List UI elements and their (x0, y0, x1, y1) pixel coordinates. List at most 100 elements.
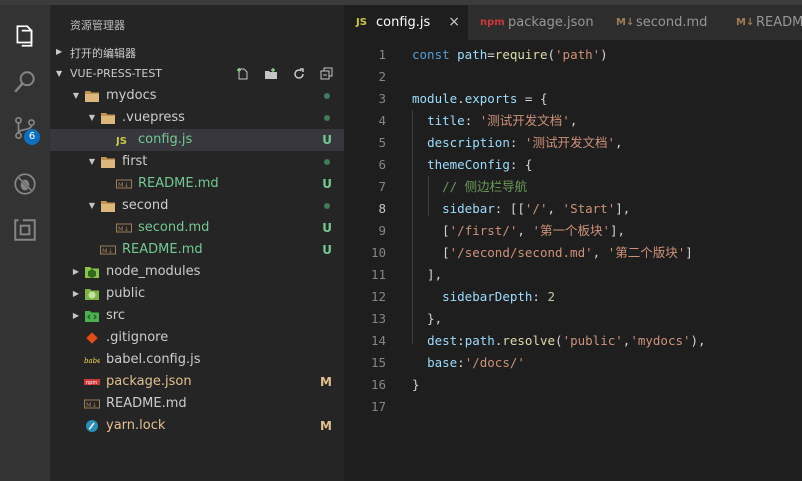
chevron-down-icon[interactable]: ▼ (86, 195, 98, 217)
line-number: 14 (370, 333, 386, 348)
git-status-badge: M (320, 419, 332, 433)
tree-item-label: README.md (138, 176, 219, 191)
markdown-file-icon: M↓ (736, 17, 755, 28)
git-status-badge: U (322, 133, 332, 147)
tree-folder-row[interactable]: ▼ .vuepress (50, 107, 344, 129)
code-line[interactable]: ], (412, 264, 442, 286)
tree-file-row[interactable]: M↓ second.md U (50, 217, 344, 239)
indent-guide (428, 176, 429, 216)
tree-folder-row[interactable]: ▼ second (50, 195, 344, 217)
tree-item-label: yarn.lock (106, 418, 166, 433)
editor-tab[interactable]: M↓ second.md (604, 5, 725, 40)
code-line[interactable]: themeConfig: { (412, 154, 532, 176)
git-status-badge: M (320, 375, 332, 389)
editor-tab[interactable]: JS config.js × (344, 5, 469, 40)
js-file-icon: JS (356, 17, 367, 28)
markdown-file-icon: M↓ (116, 177, 132, 191)
line-number: 6 (378, 157, 386, 172)
tree-folder-row[interactable]: ▶ public (50, 283, 344, 305)
tree-folder-row[interactable]: ▶ src (50, 305, 344, 327)
new-folder-icon[interactable] (262, 65, 280, 83)
open-editors-section[interactable]: ▶ 打开的编辑器 (50, 41, 344, 63)
line-number: 8 (378, 201, 386, 216)
explorer-icon[interactable] (0, 13, 50, 59)
line-number: 9 (378, 223, 386, 238)
tree-item-label: README.md (106, 396, 187, 411)
tree-item-label: second.md (138, 220, 210, 235)
git-file-icon (84, 331, 100, 345)
code-line[interactable]: sidebarDepth: 2 (412, 286, 555, 308)
editor-tabs: JS config.js × npm package.json M↓ second.md M↓… (344, 5, 802, 40)
chevron-right-icon[interactable]: ▶ (70, 261, 82, 283)
tree-file-row[interactable]: M↓ README.md (50, 393, 344, 415)
tab-label: READM (756, 15, 802, 30)
tab-label: second.md (636, 15, 708, 30)
folder-icon (100, 155, 116, 169)
code-line[interactable]: const path=require('path') (412, 44, 608, 66)
git-status-dot (324, 203, 330, 209)
chevron-right-icon[interactable]: ▶ (70, 305, 82, 327)
extensions-icon[interactable] (0, 207, 50, 253)
line-number: 12 (370, 289, 386, 304)
line-number: 3 (378, 91, 386, 106)
tree-file-row[interactable]: M↓ README.md U (50, 239, 344, 261)
code-line[interactable]: description: '测试开发文档', (412, 132, 622, 154)
editor-tab[interactable]: M↓ READM (724, 5, 802, 40)
chevron-down-icon[interactable]: ▼ (70, 85, 82, 107)
line-number: 5 (378, 135, 386, 150)
src-folder-icon (84, 309, 100, 323)
tree-item-label: README.md (122, 242, 203, 257)
babel-file-icon: babel (84, 353, 104, 367)
chevron-right-icon: ▶ (56, 47, 63, 56)
code-line[interactable]: module.exports = { (412, 88, 547, 110)
chevron-down-icon[interactable]: ▼ (86, 151, 98, 173)
tree-file-row[interactable]: M↓ README.md U (50, 173, 344, 195)
tree-folder-row[interactable]: ▶ node_modules (50, 261, 344, 283)
tree-item-label: .gitignore (106, 330, 169, 345)
tree-folder-row[interactable]: ▼ first (50, 151, 344, 173)
tree-item-label: public (106, 286, 146, 301)
js-file-icon: JS (115, 133, 132, 147)
tree-item-label: first (122, 154, 148, 169)
refresh-icon[interactable] (290, 65, 308, 83)
collapse-all-icon[interactable] (318, 65, 336, 83)
chevron-down-icon[interactable]: ▼ (86, 107, 98, 129)
tree-folder-row[interactable]: ▼ mydocs (50, 85, 344, 107)
git-status-badge: U (322, 221, 332, 235)
editor-tab[interactable]: npm package.json (468, 5, 605, 40)
activity-bar: 6 (0, 5, 50, 481)
line-number: 13 (370, 311, 386, 326)
code-line[interactable]: dest:path.resolve('public','mydocs'), (412, 330, 706, 352)
tree-item-label: .vuepress (122, 110, 185, 125)
svg-text:npm: npm (86, 380, 97, 386)
code-line[interactable]: sidebar: [['/', 'Start'], (412, 198, 630, 220)
line-number: 4 (378, 113, 386, 128)
svg-text:babel: babel (84, 357, 100, 365)
search-icon[interactable] (0, 59, 50, 105)
code-line[interactable]: base:'/docs/' (412, 352, 525, 374)
git-status-dot (324, 93, 330, 99)
new-file-icon[interactable] (234, 65, 252, 83)
code-line[interactable]: ['/first/', '第一个板块'], (412, 220, 625, 242)
code-line[interactable]: } (412, 374, 420, 396)
project-section[interactable]: ▼ VUE-PRESS-TEST (50, 63, 344, 85)
folder-icon (100, 199, 116, 213)
tree-item-label: config.js (138, 132, 193, 147)
tree-file-row[interactable]: yarn.lock M (50, 415, 344, 437)
code-line[interactable]: // 侧边栏导航 (412, 176, 527, 198)
tree-file-row[interactable]: babel babel.config.js (50, 349, 344, 371)
code-line[interactable]: ['/second/second.md', '第二个版块'] (412, 242, 693, 264)
project-label: VUE-PRESS-TEST (70, 67, 163, 80)
markdown-file-icon: M↓ (616, 17, 635, 28)
folder-icon (84, 89, 100, 103)
line-number: 10 (370, 245, 386, 260)
source-control-icon[interactable]: 6 (0, 105, 50, 151)
close-icon[interactable]: × (448, 5, 460, 40)
code-line[interactable]: title: '测试开发文档', (412, 110, 577, 132)
tree-file-row[interactable]: JS config.js U (50, 129, 344, 151)
tree-file-row[interactable]: npm package.json M (50, 371, 344, 393)
debug-icon[interactable] (0, 161, 50, 207)
chevron-right-icon[interactable]: ▶ (70, 283, 82, 305)
tree-file-row[interactable]: .gitignore (50, 327, 344, 349)
code-line[interactable]: }, (412, 308, 442, 330)
